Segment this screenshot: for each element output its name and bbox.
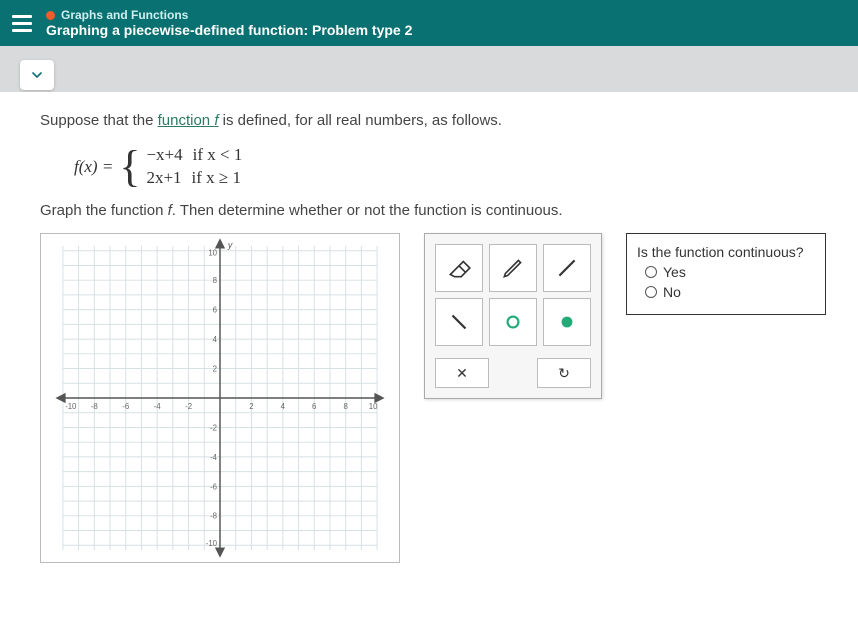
svg-text:-8: -8 bbox=[91, 402, 99, 411]
svg-text:-10: -10 bbox=[206, 539, 218, 548]
ray-tool[interactable] bbox=[543, 244, 591, 292]
app-header: Graphs and Functions Graphing a piecewis… bbox=[0, 0, 858, 46]
svg-text:-2: -2 bbox=[210, 423, 217, 432]
svg-text:8: 8 bbox=[213, 276, 218, 285]
svg-text:-4: -4 bbox=[154, 402, 162, 411]
svg-text:-2: -2 bbox=[185, 402, 192, 411]
svg-text:-4: -4 bbox=[210, 453, 218, 462]
no-label: No bbox=[663, 284, 681, 300]
svg-text:4: 4 bbox=[213, 335, 218, 344]
problem-panel: Suppose that the function f is defined, … bbox=[0, 92, 858, 622]
open-circle-icon bbox=[500, 309, 526, 335]
undo-icon: ↻ bbox=[558, 365, 570, 382]
eraser-tool[interactable] bbox=[435, 244, 483, 292]
problem-prompt: Suppose that the function f is defined, … bbox=[40, 112, 830, 129]
radio-icon bbox=[645, 266, 657, 278]
svg-text:6: 6 bbox=[312, 402, 317, 411]
case2-cond: if x ≥ 1 bbox=[192, 168, 241, 188]
question-text: Is the function continuous? bbox=[637, 244, 811, 260]
section-dot-icon bbox=[46, 11, 55, 20]
case1-expr: −x+4 bbox=[146, 145, 182, 165]
svg-text:2: 2 bbox=[249, 402, 253, 411]
y-axis-label: y bbox=[227, 240, 233, 250]
segment-icon bbox=[446, 309, 472, 335]
left-brace-icon: { bbox=[119, 147, 140, 187]
closed-point-tool[interactable] bbox=[543, 298, 591, 346]
instruction: Graph the function f. Then determine whe… bbox=[40, 202, 830, 219]
x-icon: ✕ bbox=[456, 365, 468, 382]
svg-text:-8: -8 bbox=[210, 512, 218, 521]
svg-text:6: 6 bbox=[213, 306, 218, 315]
axes bbox=[57, 240, 383, 556]
pencil-icon bbox=[500, 255, 526, 281]
breadcrumb: Graphs and Functions bbox=[46, 8, 412, 22]
x-tick-labels: -10 -8 -6 -4 -2 2 4 6 8 10 bbox=[65, 402, 378, 411]
case1-cond: if x < 1 bbox=[193, 145, 243, 165]
page-title: Graphing a piecewise-defined function: P… bbox=[46, 22, 412, 38]
pencil-tool[interactable] bbox=[489, 244, 537, 292]
clear-button[interactable]: ✕ bbox=[435, 358, 489, 388]
menu-icon[interactable] bbox=[12, 15, 32, 32]
answer-no[interactable]: No bbox=[645, 284, 811, 300]
closed-circle-icon bbox=[554, 309, 580, 335]
continuity-question: Is the function continuous? Yes No bbox=[626, 233, 826, 315]
piecewise-definition: f(x) = { −x+4 if x < 1 2x+1 if x ≥ 1 bbox=[74, 145, 830, 188]
undo-button[interactable]: ↻ bbox=[537, 358, 591, 388]
case2-expr: 2x+1 bbox=[146, 168, 181, 188]
svg-text:4: 4 bbox=[281, 402, 286, 411]
segment-tool[interactable] bbox=[435, 298, 483, 346]
ray-icon bbox=[554, 255, 580, 281]
svg-text:10: 10 bbox=[208, 249, 217, 258]
svg-text:2: 2 bbox=[213, 364, 217, 373]
open-point-tool[interactable] bbox=[489, 298, 537, 346]
svg-text:-6: -6 bbox=[122, 402, 130, 411]
radio-icon bbox=[645, 286, 657, 298]
graph-canvas[interactable]: y 2 4 6 8 10 -2 -4 -6 -8 -10 -10 -8 bbox=[40, 233, 400, 563]
svg-text:-6: -6 bbox=[210, 482, 218, 491]
function-link[interactable]: function f bbox=[158, 112, 219, 129]
eraser-icon bbox=[446, 255, 472, 281]
svg-text:10: 10 bbox=[369, 402, 378, 411]
yes-label: Yes bbox=[663, 264, 686, 280]
drawing-toolbox: ✕ ↻ bbox=[424, 233, 602, 399]
expand-chevron-button[interactable] bbox=[20, 60, 54, 90]
category-label: Graphs and Functions bbox=[61, 8, 188, 22]
svg-text:8: 8 bbox=[343, 402, 348, 411]
answer-yes[interactable]: Yes bbox=[645, 264, 811, 280]
chevron-down-icon bbox=[29, 67, 45, 83]
svg-text:-10: -10 bbox=[65, 402, 77, 411]
